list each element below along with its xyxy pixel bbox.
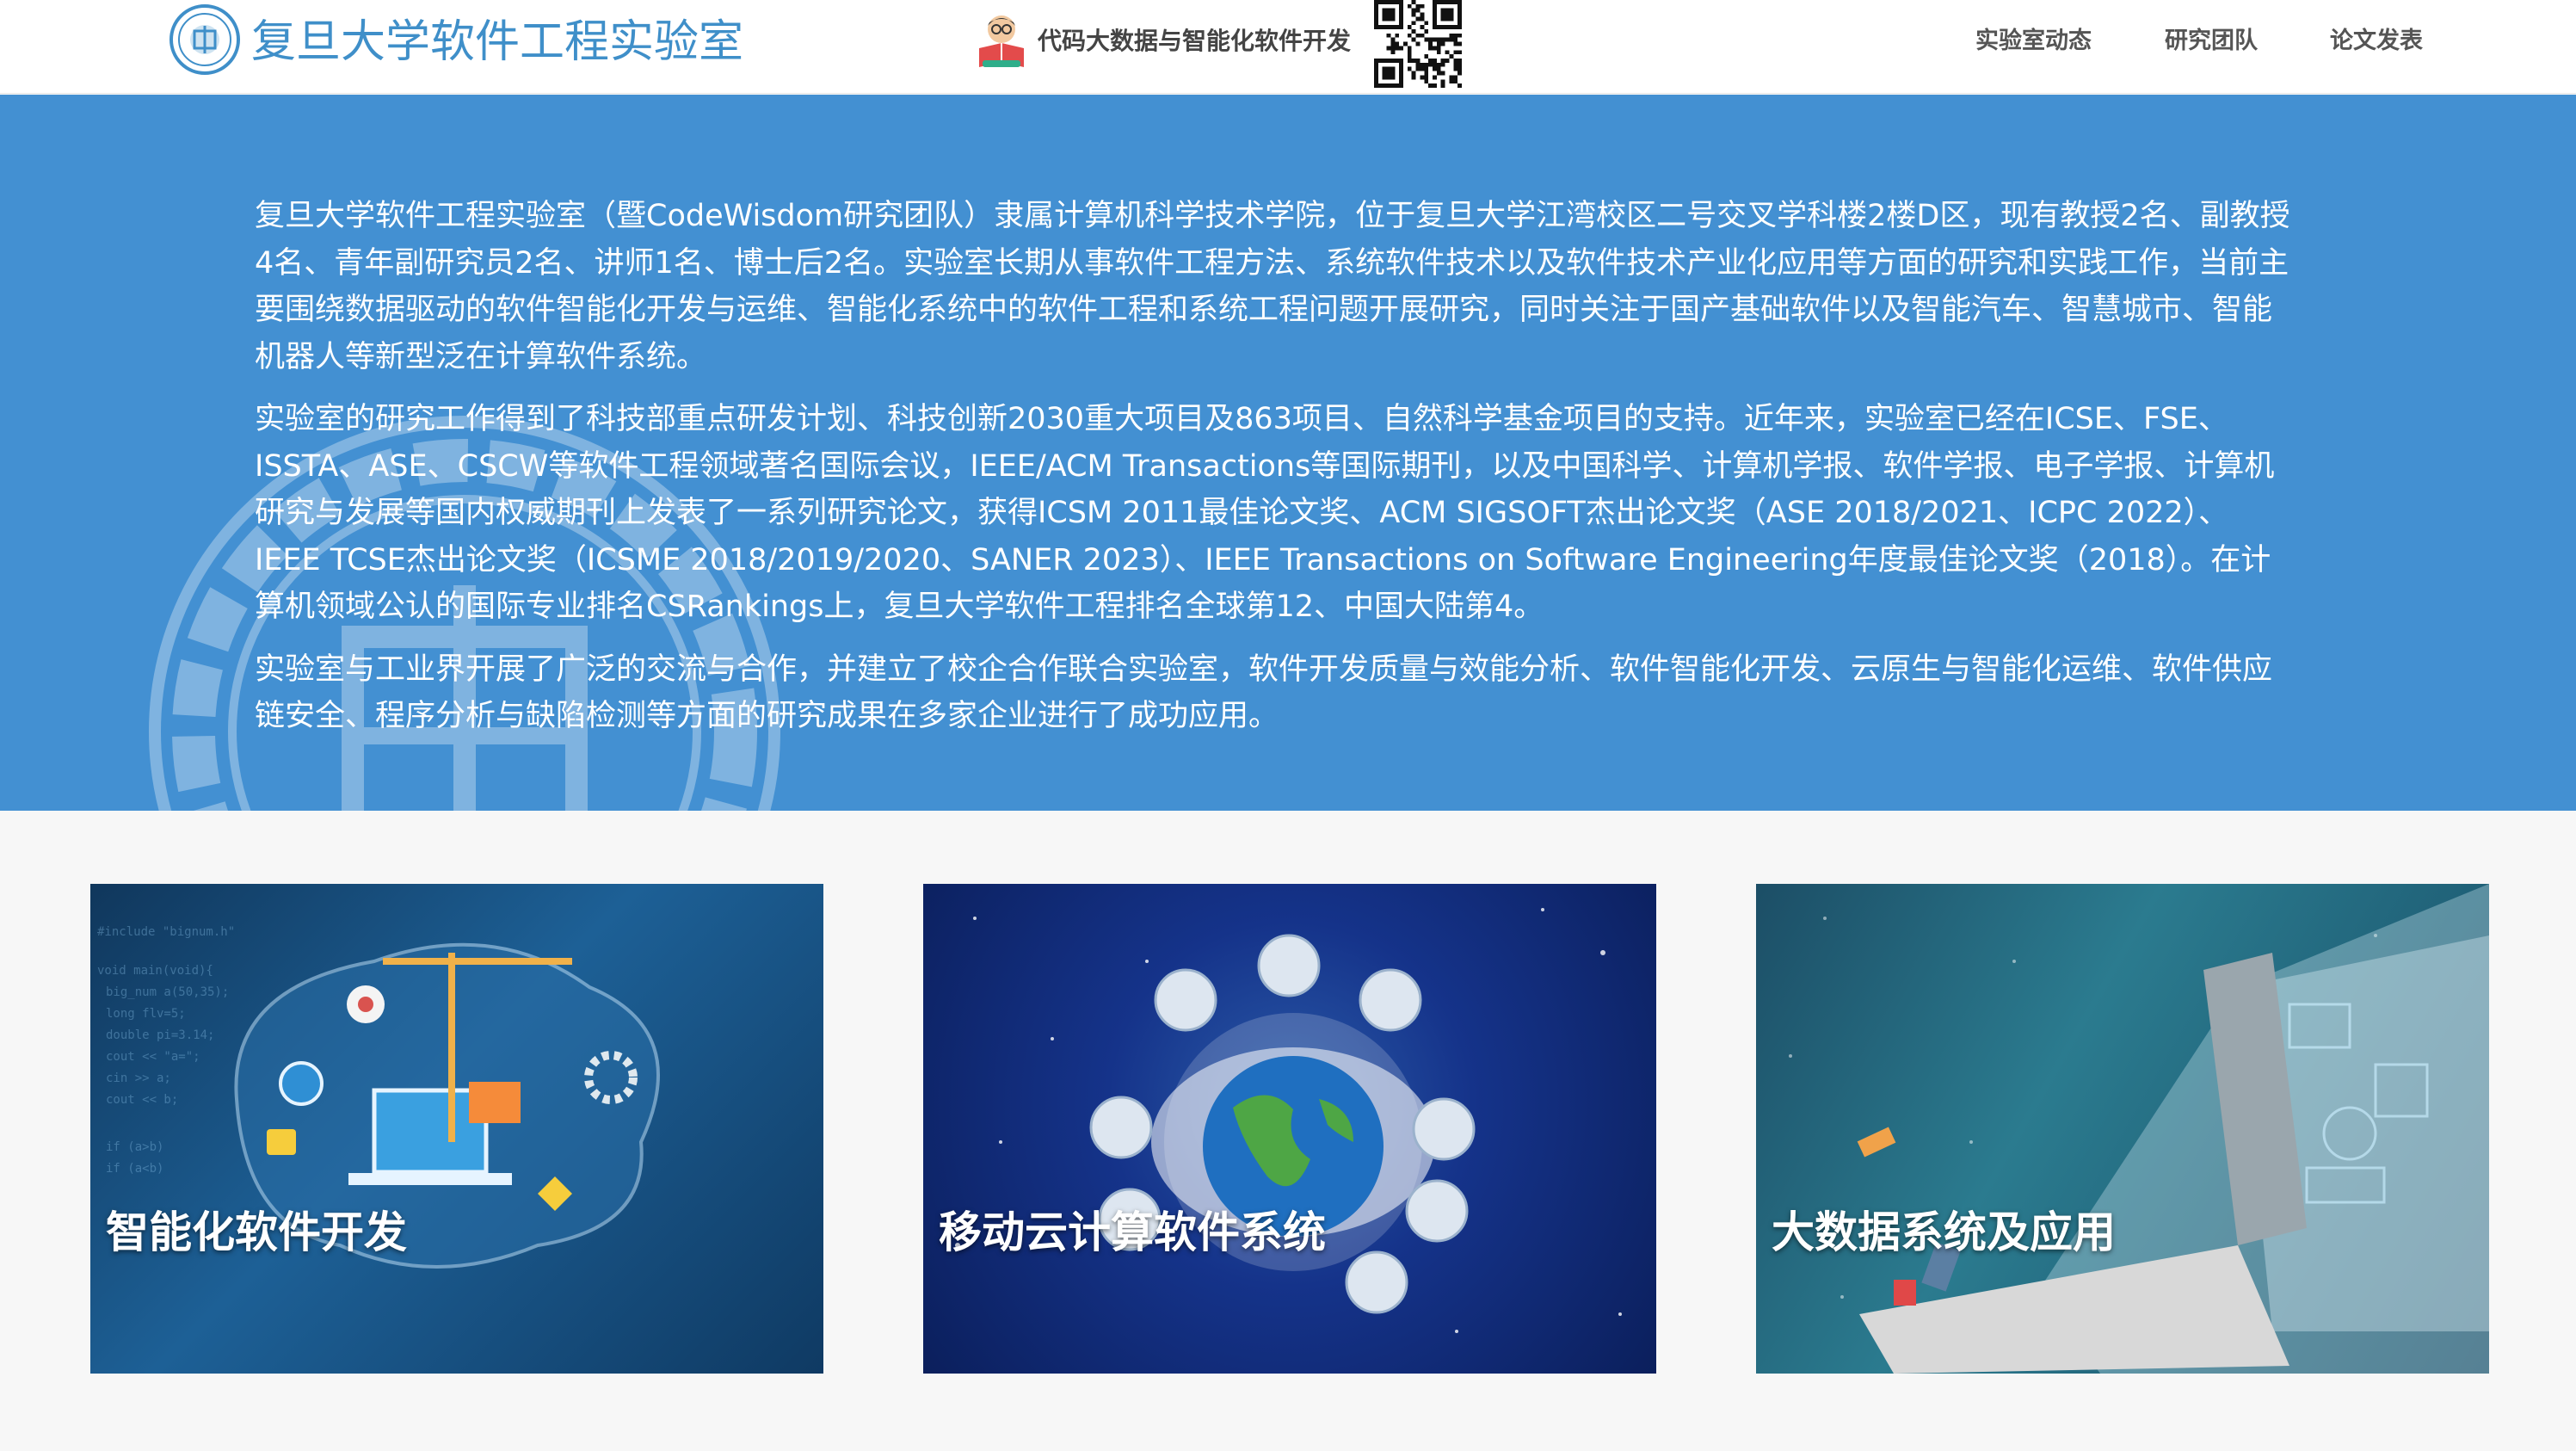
svg-text:if (a>b): if (a>b) xyxy=(106,1140,163,1154)
laptop-data-icon xyxy=(1789,884,2489,1374)
intro-paragraph-3: 实验室与工业界开展了广泛的交流与合作，并建立了校企合作联合实验室，软件开发质量与… xyxy=(255,651,2273,734)
svg-text:long flv=5;: long flv=5; xyxy=(106,1007,186,1021)
svg-text:cout << b;: cout << b; xyxy=(106,1093,178,1107)
qr-code-icon xyxy=(1373,0,1463,88)
codewisdom-logo-icon xyxy=(979,15,1024,67)
nav-research-team[interactable]: 研究团队 xyxy=(2165,24,2258,59)
svg-text:cout << "a=";: cout << "a="; xyxy=(106,1050,200,1064)
research-card-big-data[interactable]: 大数据系统及应用 xyxy=(1756,884,2489,1374)
hero-section: 复旦大学软件工程实验室（暨CodeWisdom研究团队）隶属计算机科学技术学院，… xyxy=(0,95,2576,811)
card-label[interactable]: 大数据系统及应用 xyxy=(1772,1202,2116,1263)
card-label[interactable]: 移动云计算软件系统 xyxy=(939,1202,1326,1263)
site-title[interactable]: 复旦大学软件工程实验室 xyxy=(251,12,743,72)
svg-text:double pi=3.14;: double pi=3.14; xyxy=(106,1028,214,1042)
svg-text:cin >> a;: cin >> a; xyxy=(106,1071,171,1085)
globe-network-icon xyxy=(955,908,1622,1333)
research-card-mobile-cloud[interactable]: 移动云计算软件系统 xyxy=(923,884,1656,1374)
intro-paragraph-2: 实验室的研究工作得到了科技部重点研发计划、科技创新2030重大项目及863项目、… xyxy=(255,402,2275,624)
intro-paragraph-1: 复旦大学软件工程实验室（暨CodeWisdom研究团队）隶属计算机科学技术学院，… xyxy=(255,199,2290,374)
svg-text:big_num a(50,35);: big_num a(50,35); xyxy=(106,985,229,999)
svg-text:if (a<b): if (a<b) xyxy=(106,1162,163,1176)
nav-publications[interactable]: 论文发表 xyxy=(2330,24,2423,59)
nav-lab-news[interactable]: 实验室动态 xyxy=(1975,24,2092,59)
svg-text:void main(void){: void main(void){ xyxy=(97,964,213,978)
research-card-intelligent-dev[interactable]: #include "bignum.h" void main(void){ big… xyxy=(90,884,823,1374)
top-navbar: 复旦大学软件工程实验室 代码大数据与智能化软件开发 实验室动态 研究团队 论文发… xyxy=(0,0,2576,94)
fudan-logo-icon[interactable] xyxy=(169,3,241,76)
svg-text:#include "bignum.h": #include "bignum.h" xyxy=(97,925,235,939)
lab-introduction: 复旦大学软件工程实验室（暨CodeWisdom研究团队）隶属计算机科学技术学院，… xyxy=(255,193,2294,756)
brain-circuit-icon: #include "bignum.h" void main(void){ big… xyxy=(97,925,660,1269)
wechat-account-label: 代码大数据与智能化软件开发 xyxy=(1038,27,1352,55)
card-label[interactable]: 智能化软件开发 xyxy=(106,1202,407,1263)
